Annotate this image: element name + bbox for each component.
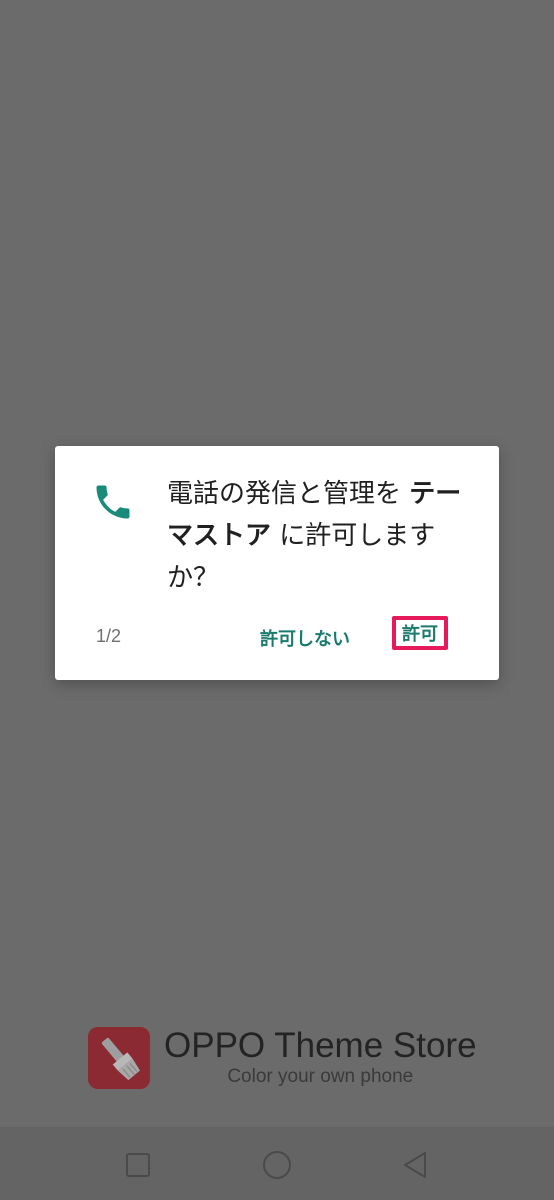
phone-icon (96, 485, 130, 519)
home-button[interactable] (257, 1145, 297, 1185)
triangle-back-icon (404, 1152, 426, 1178)
app-branding: OPPO Theme Store Color your own phone (88, 1027, 477, 1089)
navigation-bar (0, 1127, 554, 1200)
back-button[interactable] (395, 1145, 435, 1185)
permission-dialog: 電話の発信と管理を テーマストア に許可しますか？ 1/2 許可しない 許可 (55, 446, 499, 680)
deny-button[interactable]: 許可しない (260, 625, 350, 651)
app-subtitle: Color your own phone (227, 1066, 414, 1087)
page-counter: 1/2 (96, 626, 122, 646)
recents-button[interactable] (118, 1145, 158, 1185)
paint-brush-icon (88, 1027, 150, 1089)
app-title: OPPO Theme Store (164, 1026, 477, 1065)
dialog-message: 電話の発信と管理を テーマストア に許可しますか？ (167, 473, 467, 599)
circle-icon (263, 1151, 291, 1179)
square-icon (126, 1153, 150, 1177)
app-logo (88, 1027, 150, 1089)
allow-button[interactable]: 許可 (392, 616, 448, 650)
screen: OPPO Theme Store Color your own phone 電話… (0, 0, 554, 1200)
message-prefix: 電話の発信と管理を (167, 479, 402, 509)
